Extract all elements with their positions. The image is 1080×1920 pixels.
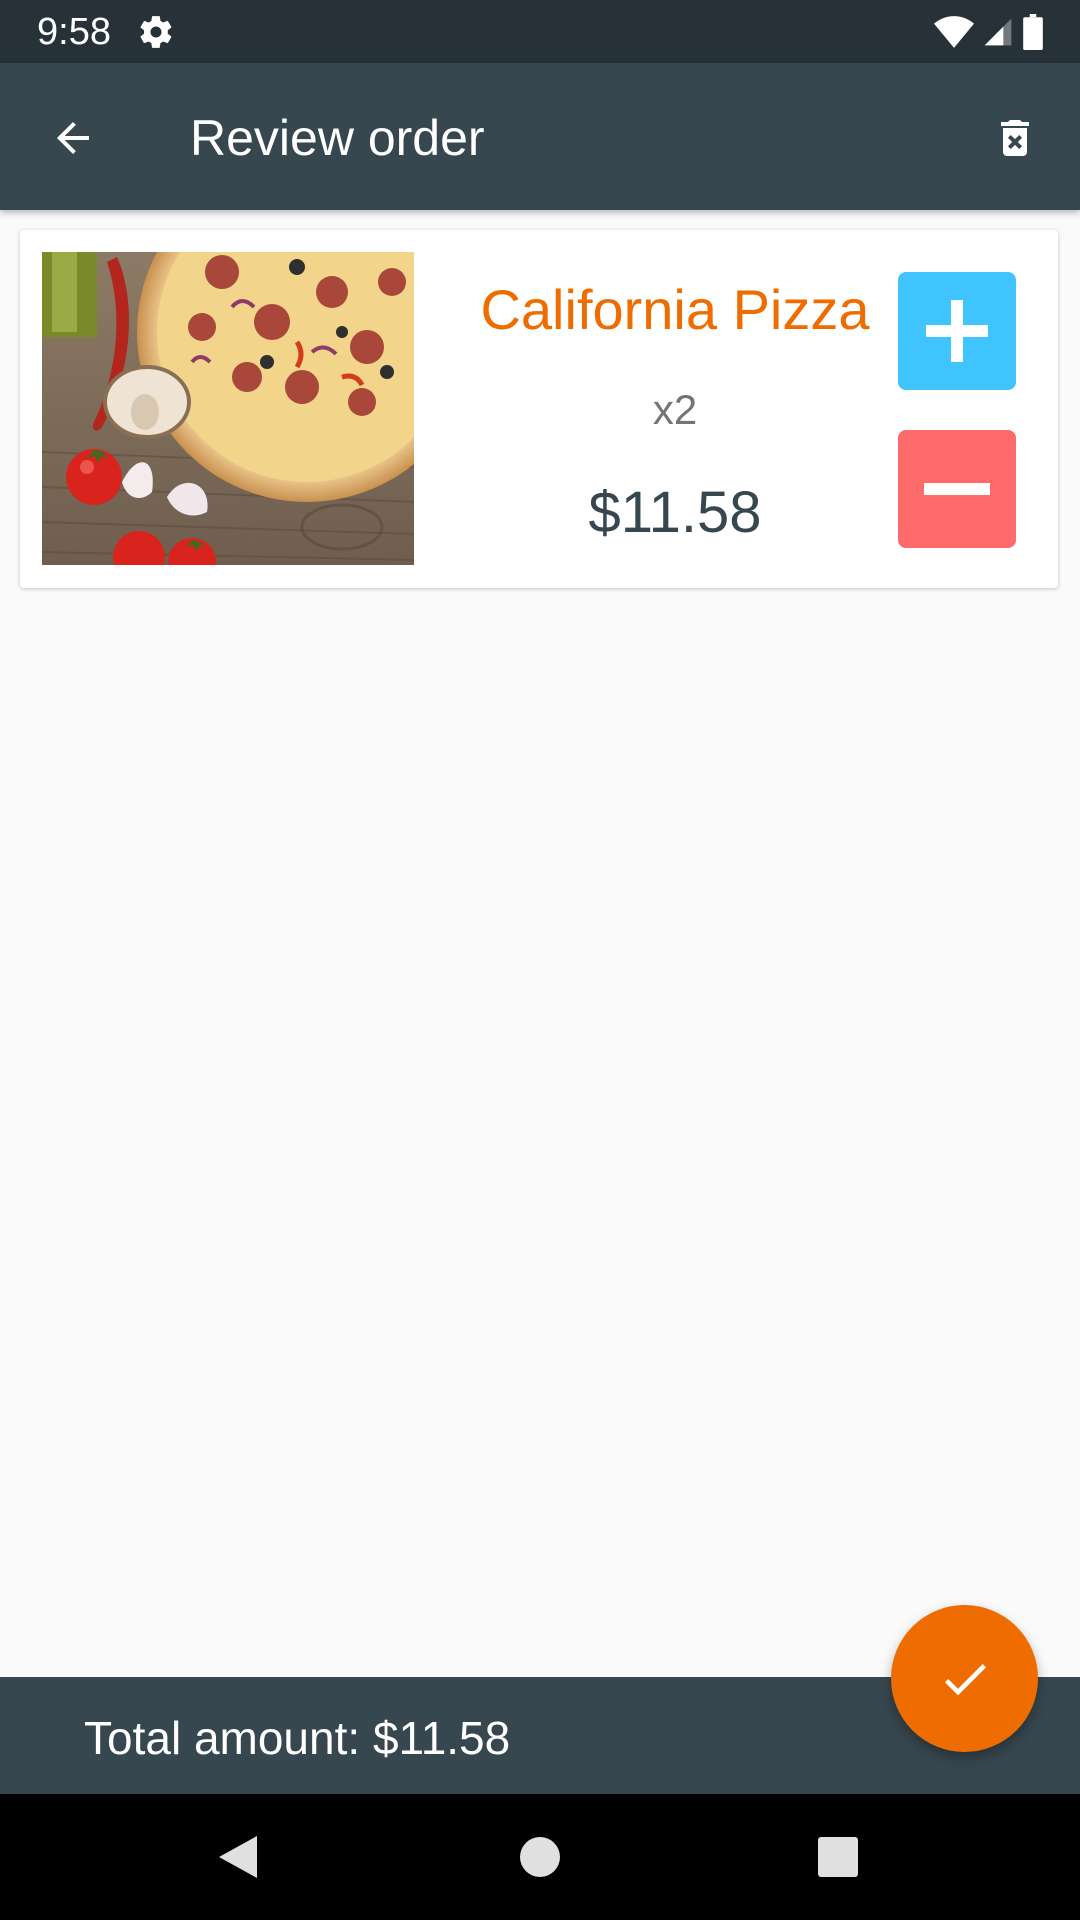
item-name: California Pizza [480,278,870,341]
page-title: Review order [190,110,485,166]
confirm-order-button[interactable] [891,1605,1038,1752]
battery-icon [1023,14,1043,50]
gear-icon [140,16,172,48]
cell-signal-icon [984,18,1012,46]
back-button[interactable] [38,103,108,173]
app-bar: Review order [0,63,1080,210]
status-time: 9:58 [37,11,111,53]
check-icon [944,1663,986,1695]
arrow-left-icon [57,122,89,154]
nav-home-icon[interactable] [520,1837,560,1877]
status-icons [934,13,1044,51]
item-quantity: x2 [652,386,698,433]
order-item-card: California Pizza x2 $11.58 [20,230,1058,588]
decrease-quantity-button[interactable] [898,430,1016,548]
minus-icon [924,483,990,495]
total-amount: Total amount: $11.58 [84,1712,511,1764]
system-navigation-bar [0,1794,1080,1920]
status-bar: 9:58 [0,0,1080,63]
plus-icon [926,300,988,362]
increase-quantity-button[interactable] [898,272,1016,390]
clear-order-button[interactable] [980,103,1050,173]
item-price: $11.58 [588,480,762,545]
delete-forever-icon [1001,120,1029,156]
item-image [42,252,414,565]
nav-back-icon[interactable] [215,1834,261,1880]
pizza-photo [42,252,414,565]
nav-recents-icon[interactable] [818,1837,858,1877]
wifi-icon [934,16,974,48]
